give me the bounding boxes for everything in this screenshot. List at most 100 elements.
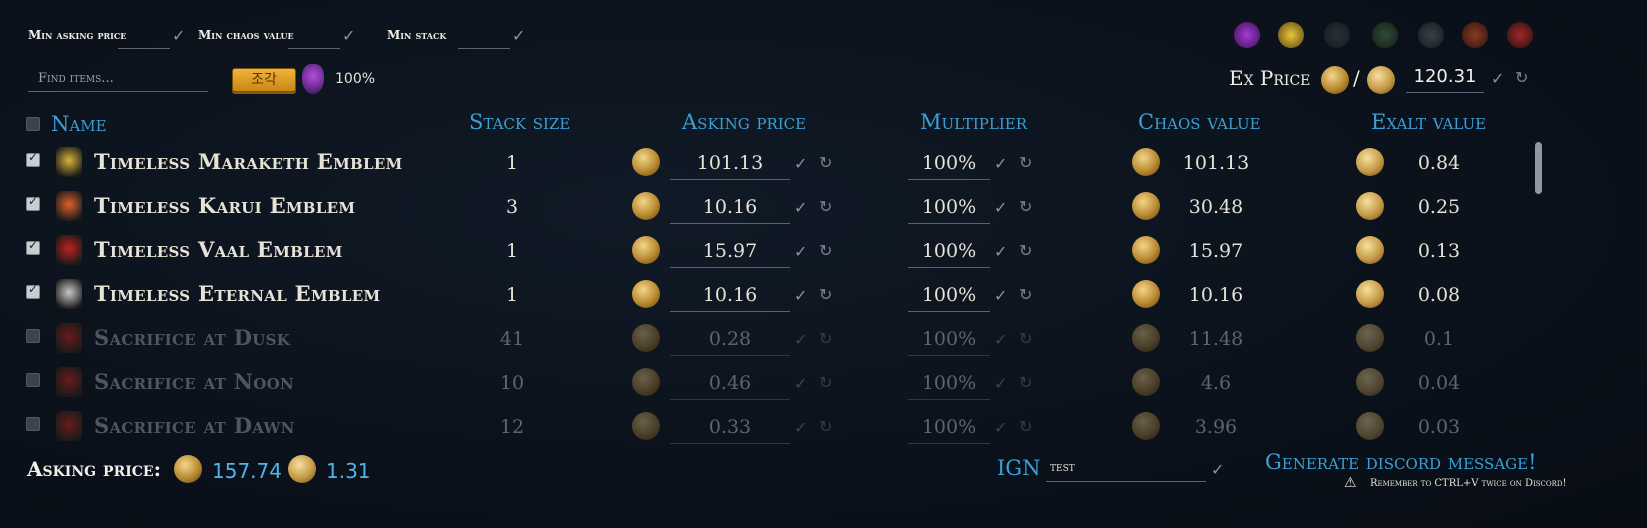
check-icon[interactable]: ✓: [342, 28, 355, 44]
multiplier-input[interactable]: 100%: [908, 372, 990, 394]
check-icon[interactable]: ✓: [172, 28, 185, 44]
refresh-icon[interactable]: ↻: [1019, 331, 1032, 347]
check-icon[interactable]: ✓: [794, 288, 807, 304]
compass-category-icon[interactable]: [1418, 22, 1444, 48]
min-chaos-value-input[interactable]: [288, 30, 340, 49]
refresh-icon[interactable]: ↻: [1019, 287, 1032, 303]
check-icon[interactable]: ✓: [994, 288, 1007, 304]
multiplier-input[interactable]: 100%: [908, 240, 990, 262]
refresh-icon[interactable]: ↻: [1019, 419, 1032, 435]
check-icon[interactable]: ✓: [794, 420, 807, 436]
min-stack-input[interactable]: [458, 30, 510, 49]
asking-price-input[interactable]: 10.16: [670, 284, 790, 306]
min-asking-price-input[interactable]: [118, 30, 170, 49]
exalted-orb-icon: [1356, 148, 1384, 176]
row-checkbox[interactable]: [26, 417, 40, 431]
item-name: Sacrifice at Dusk: [94, 325, 291, 350]
check-icon[interactable]: ✓: [994, 244, 1007, 260]
table-row: Timeless Eternal Emblem110.16✓↻100%✓↻10.…: [0, 274, 1647, 318]
refresh-icon[interactable]: ↻: [1019, 199, 1032, 215]
refresh-icon[interactable]: ↻: [819, 243, 832, 259]
multiplier-input[interactable]: 100%: [908, 416, 990, 438]
check-icon[interactable]: ✓: [512, 28, 525, 44]
asking-price-input[interactable]: 0.33: [670, 416, 790, 438]
refresh-icon[interactable]: ↻: [1019, 155, 1032, 171]
feather-category-icon[interactable]: [1234, 22, 1260, 48]
scrollbar-thumb[interactable]: [1535, 142, 1542, 194]
row-checkbox[interactable]: [26, 194, 40, 211]
asking-price-input[interactable]: 15.97: [670, 240, 790, 262]
exalted-orb-icon: [1356, 324, 1384, 352]
ex-price-label: Ex Price: [1229, 66, 1311, 90]
column-header-chaos-value[interactable]: Chaos value: [1138, 110, 1261, 134]
item-icon: [56, 367, 82, 397]
check-icon[interactable]: ✓: [994, 156, 1007, 172]
chaos-orb-icon: [632, 280, 660, 308]
check-icon[interactable]: ✓: [994, 200, 1007, 216]
refresh-icon[interactable]: ↻: [1019, 375, 1032, 391]
refresh-icon[interactable]: ↻: [819, 287, 832, 303]
multiplier-input[interactable]: 100%: [908, 328, 990, 350]
refresh-icon[interactable]: ↻: [819, 155, 832, 171]
chaos-orb-icon: [1132, 236, 1160, 264]
breach-category-icon[interactable]: [1324, 22, 1350, 48]
column-header-asking-price[interactable]: Asking price: [682, 110, 806, 134]
emblem-category-icon[interactable]: [1278, 22, 1304, 48]
refresh-icon[interactable]: ↻: [1515, 70, 1528, 86]
row-checkbox[interactable]: [26, 238, 40, 255]
check-icon[interactable]: ✓: [994, 376, 1007, 392]
refresh-icon[interactable]: ↻: [819, 419, 832, 435]
refresh-icon[interactable]: ↻: [1019, 243, 1032, 259]
check-icon[interactable]: ✓: [794, 244, 807, 260]
multiplier-input[interactable]: 100%: [908, 152, 990, 174]
check-icon[interactable]: ✓: [794, 376, 807, 392]
check-icon[interactable]: ✓: [994, 420, 1007, 436]
warning-icon: ⚠: [1344, 475, 1357, 491]
asking-price-underline: [670, 443, 790, 444]
column-header-multiplier[interactable]: Multiplier: [920, 110, 1027, 134]
column-header-name[interactable]: Name: [51, 112, 107, 136]
exalted-orb-icon: [1356, 280, 1384, 308]
row-checkbox[interactable]: [26, 329, 40, 343]
ex-price-input[interactable]: 120.31: [1406, 66, 1484, 93]
refresh-icon[interactable]: ↻: [819, 199, 832, 215]
asking-price-input[interactable]: 10.16: [670, 196, 790, 218]
refresh-icon[interactable]: ↻: [819, 331, 832, 347]
chaos-value: 10.16: [1188, 284, 1244, 306]
chaos-orb-icon: [174, 455, 202, 483]
column-header-stack-size[interactable]: Stack size: [469, 110, 570, 134]
check-icon[interactable]: ✓: [794, 332, 807, 348]
exalt-value: 0.13: [1417, 240, 1461, 262]
asking-price-input[interactable]: 0.46: [670, 372, 790, 394]
exalt-value: 0.1: [1423, 328, 1455, 350]
map-category-icon[interactable]: [1462, 22, 1488, 48]
check-icon[interactable]: ✓: [994, 332, 1007, 348]
check-icon[interactable]: ✓: [794, 156, 807, 172]
select-all-checkbox[interactable]: [26, 117, 40, 131]
multiplier-input[interactable]: 100%: [908, 284, 990, 306]
mask-category-icon[interactable]: [1372, 22, 1398, 48]
row-checkbox[interactable]: [26, 282, 40, 299]
find-items-input[interactable]: Find items...: [28, 68, 208, 92]
asking-price-input[interactable]: 101.13: [670, 152, 790, 174]
multiplier-input[interactable]: 100%: [908, 196, 990, 218]
asking-price-input[interactable]: 0.28: [670, 328, 790, 350]
language-button[interactable]: 조각: [232, 68, 296, 92]
item-icon: [56, 279, 82, 309]
check-icon[interactable]: ✓: [794, 200, 807, 216]
shield-category-icon[interactable]: [1507, 22, 1533, 48]
ign-input[interactable]: test: [1046, 456, 1206, 482]
row-checkbox[interactable]: [26, 150, 40, 167]
row-checkbox[interactable]: [26, 373, 40, 387]
check-icon[interactable]: ✓: [1491, 71, 1504, 87]
chaos-value: 101.13: [1182, 152, 1250, 174]
column-header-exalt-value[interactable]: Exalt value: [1371, 110, 1486, 134]
exalted-orb-icon: [288, 455, 316, 483]
generate-discord-message-button[interactable]: Generate discord message!: [1265, 450, 1537, 474]
min-stack-label: Min stack: [387, 28, 447, 42]
refresh-icon[interactable]: ↻: [819, 375, 832, 391]
check-icon[interactable]: ✓: [1211, 462, 1224, 478]
exalt-value: 0.08: [1417, 284, 1461, 306]
chaos-value: 15.97: [1188, 240, 1244, 262]
total-chaos-value: 157.74: [212, 459, 282, 483]
